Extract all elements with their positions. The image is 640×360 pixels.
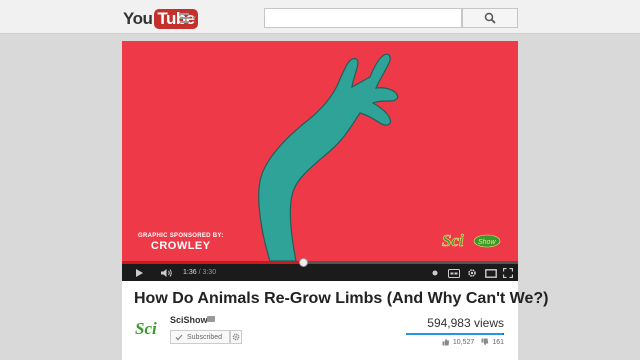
thumbs-down-icon[interactable] xyxy=(481,338,489,346)
thumbs-up-icon[interactable] xyxy=(442,338,450,346)
progress-bar[interactable] xyxy=(122,258,518,267)
dislike-count: 161 xyxy=(492,338,504,346)
sponsor-name: CROWLEY xyxy=(150,240,211,252)
search-button[interactable] xyxy=(462,8,518,28)
time-display: 1:36 / 3:30 xyxy=(183,267,216,279)
scishow-logo-icon: Sci xyxy=(135,319,157,338)
sponsor-credit: GRAPHIC SPONSORED BY: CROWLEY xyxy=(138,233,224,252)
checkmark-icon xyxy=(175,334,183,340)
sponsor-line: GRAPHIC SPONSORED BY: xyxy=(138,233,224,239)
subscription-settings-button[interactable] xyxy=(230,330,242,344)
logo-you-text: You xyxy=(123,9,153,28)
search-input[interactable] xyxy=(264,8,462,28)
annotations-button[interactable] xyxy=(431,267,439,279)
volume-button[interactable] xyxy=(160,267,173,279)
like-count: 10,527 xyxy=(452,338,475,346)
scishow-watermark: Sci Show xyxy=(440,229,506,256)
channel-name-link[interactable]: SciShow xyxy=(170,315,208,325)
play-button[interactable] xyxy=(134,267,144,279)
fullscreen-icon xyxy=(503,268,513,278)
progress-scrubber[interactable] xyxy=(298,258,308,267)
masthead: You Tube ▼ xyxy=(0,0,640,34)
verified-badge-icon xyxy=(207,316,215,322)
video-title: How Do Animals Re-Grow Limbs (And Why Ca… xyxy=(134,290,549,307)
time-total: / 3:30 xyxy=(196,269,217,276)
video-player[interactable]: GRAPHIC SPONSORED BY: CROWLEY Sci Show 1… xyxy=(122,41,518,281)
annotations-dot-icon xyxy=(432,270,438,276)
time-current: 1:36 xyxy=(183,269,197,276)
subscribed-button[interactable]: Subscribed xyxy=(170,330,230,344)
svg-text:Sci: Sci xyxy=(442,231,464,250)
teal-arm-illustration xyxy=(258,53,399,261)
search-icon xyxy=(484,12,496,24)
settings-button[interactable] xyxy=(467,267,477,279)
progress-fill xyxy=(122,261,303,264)
like-ratio-fill xyxy=(406,333,503,335)
like-ratio-bar xyxy=(406,333,504,335)
theater-mode-button[interactable] xyxy=(485,267,497,279)
volume-icon xyxy=(161,269,172,277)
captions-button[interactable] xyxy=(448,267,460,279)
guide-menu-icon[interactable]: ▼ xyxy=(180,13,197,23)
like-dislike-counts: 10,527 161 xyxy=(442,338,504,346)
fullscreen-button[interactable] xyxy=(503,267,513,279)
video-info-panel: How Do Animals Re-Grow Limbs (And Why Ca… xyxy=(122,281,549,360)
play-icon xyxy=(136,269,143,277)
view-count: 594,983 views xyxy=(427,316,504,330)
captions-icon xyxy=(448,268,460,278)
gear-icon xyxy=(468,269,476,277)
svg-text:Sci: Sci xyxy=(135,319,157,338)
subscribe-label: Subscribed xyxy=(187,333,223,341)
video-frame[interactable]: GRAPHIC SPONSORED BY: CROWLEY Sci Show xyxy=(122,41,518,261)
theater-mode-icon xyxy=(485,268,497,278)
channel-avatar[interactable]: Sci xyxy=(134,317,164,339)
svg-text:Show: Show xyxy=(478,239,496,246)
player-controls: 1:36 / 3:30 xyxy=(122,258,518,281)
gear-icon xyxy=(232,333,240,341)
